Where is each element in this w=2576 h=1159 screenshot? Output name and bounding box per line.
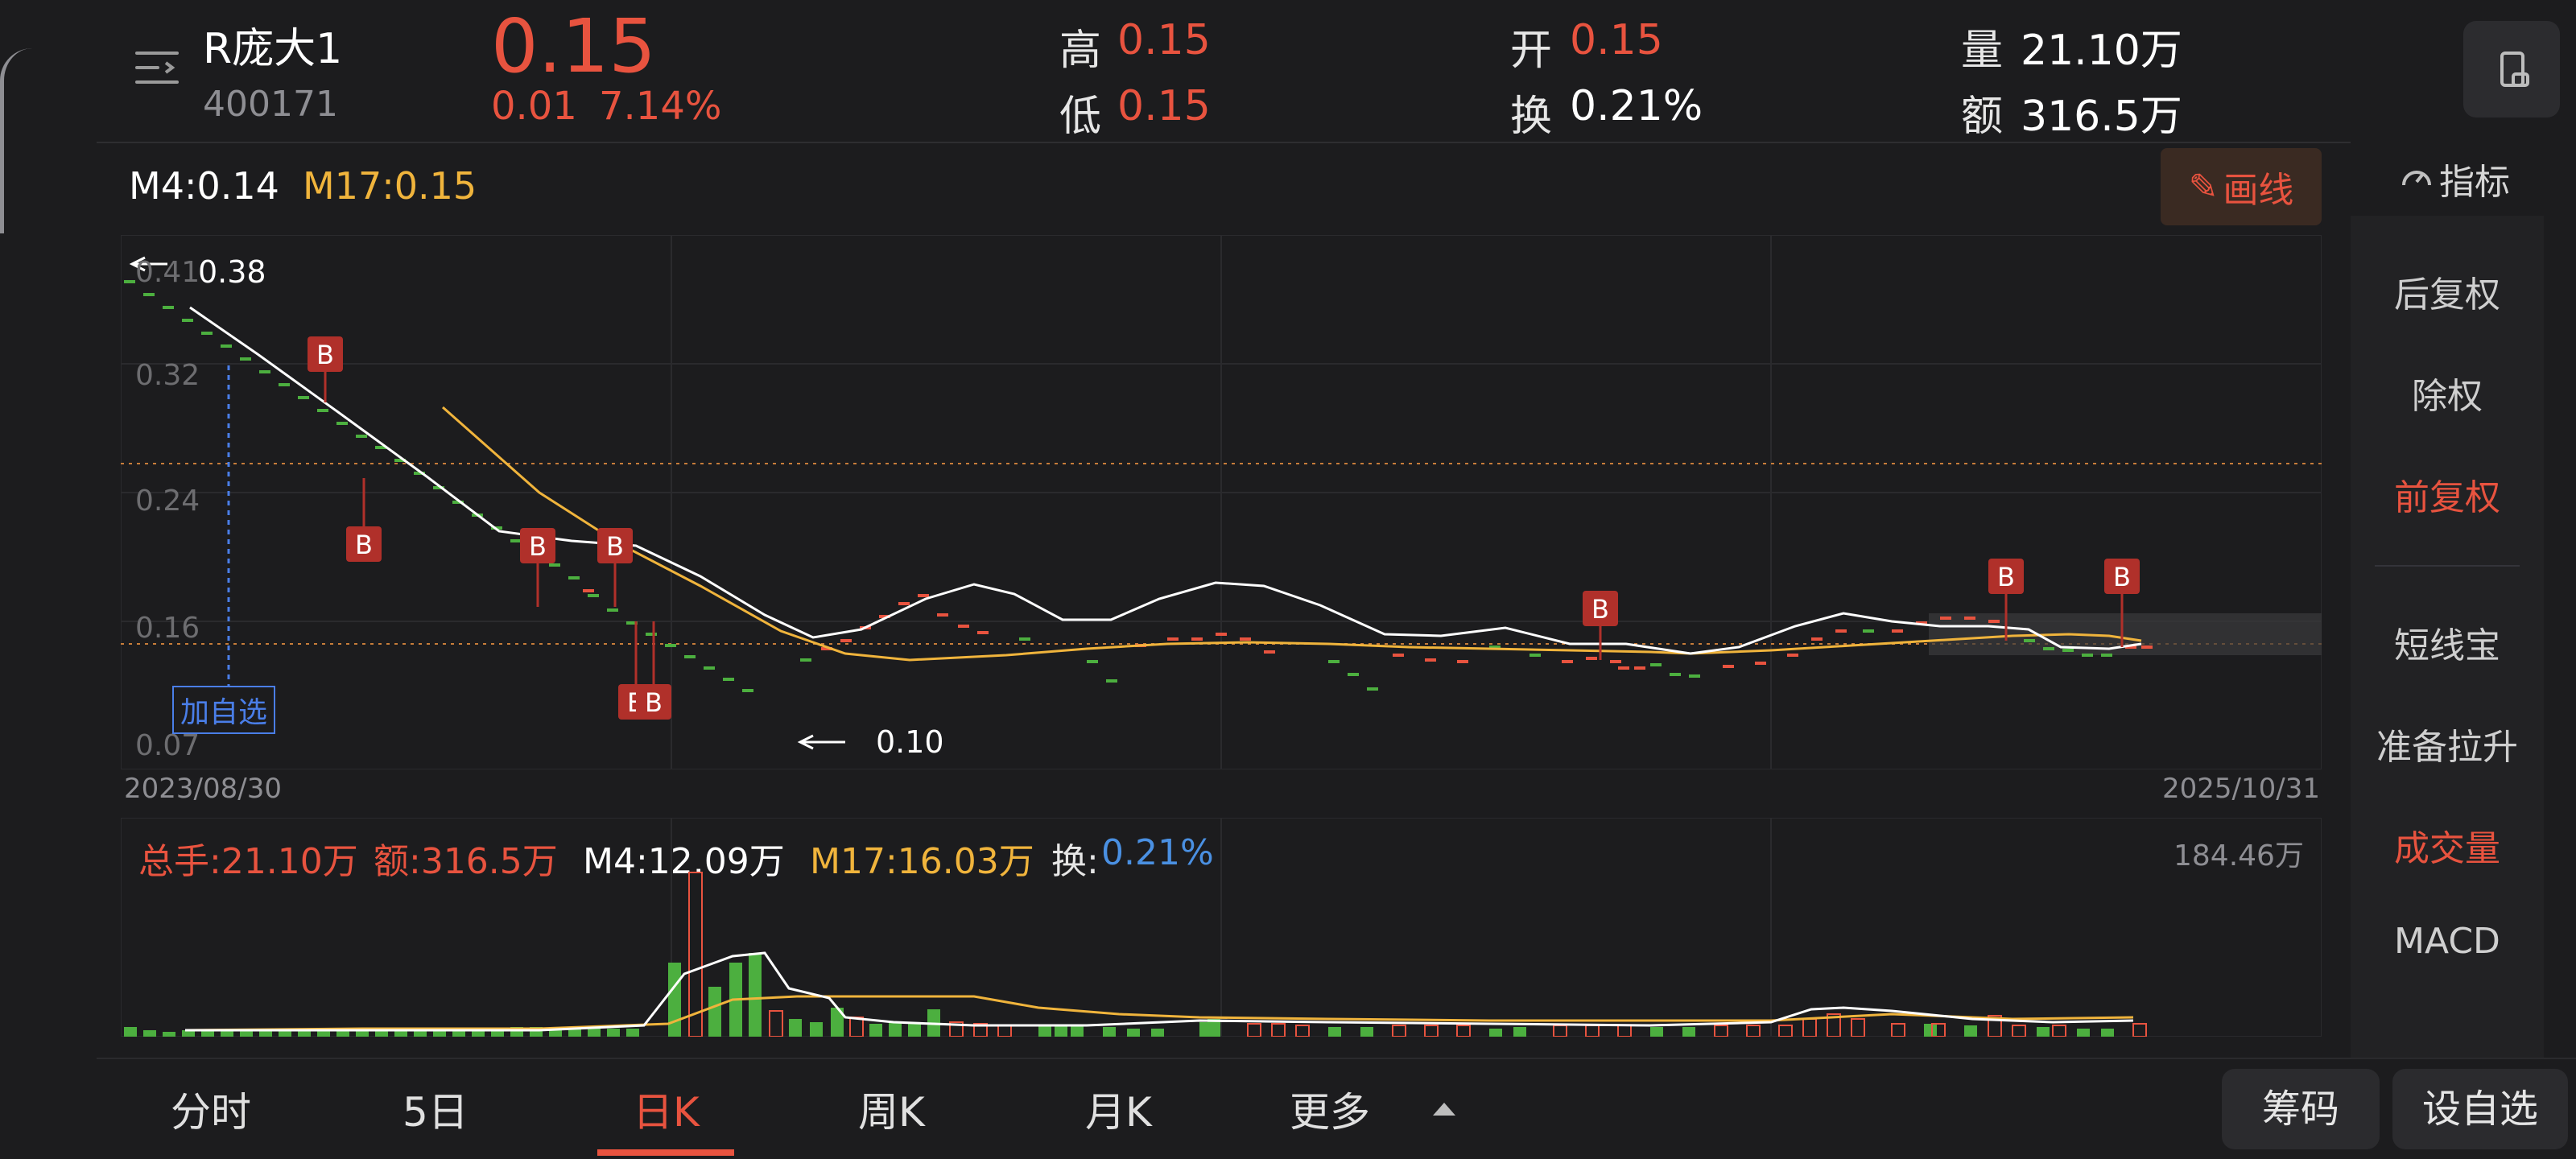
price-change-pct: 7.14%: [599, 84, 722, 129]
low-label: 低: [1059, 93, 1102, 141]
y-tick-3: 0.24: [135, 485, 200, 518]
m4-indicator: M4:0.14: [129, 164, 279, 208]
indicator-button[interactable]: 指标: [2399, 153, 2510, 204]
svg-text:B: B: [529, 531, 547, 562]
m17-indicator: M17:0.15: [303, 164, 477, 208]
y-tick-bottom: 0.07: [135, 729, 200, 762]
tab-intraday[interactable]: 分时: [171, 1080, 251, 1138]
more-caret-up-icon[interactable]: [1433, 1103, 1455, 1116]
bottom-divider: [97, 1058, 2576, 1059]
sidebar-item-short-term[interactable]: 短线宝: [2351, 617, 2544, 668]
tab-active-underline: [597, 1149, 734, 1156]
chips-button[interactable]: 筹码: [2222, 1069, 2380, 1149]
high-value: 0.15: [1117, 16, 1211, 64]
stock-name: R庞大1: [203, 25, 343, 73]
volume-label: 量: [1961, 27, 2004, 75]
sidebar-item-volume[interactable]: 成交量: [2351, 819, 2544, 871]
sidebar-item-post-adjust[interactable]: 后复权: [2351, 266, 2544, 317]
start-date: 2023/08/30: [124, 773, 282, 805]
draw-line-label: 画线: [2223, 170, 2294, 211]
volume-value: 21.10万: [2021, 27, 2182, 75]
high-price-marker: 0.38: [198, 254, 266, 290]
pencil-icon: ✎: [2188, 166, 2219, 208]
svg-text:B: B: [1591, 594, 1609, 625]
turnover-value: 0.21%: [1570, 82, 1703, 130]
sidebar-item-ready-rise[interactable]: 准备拉升: [2351, 718, 2544, 769]
indicator-label: 指标: [2439, 162, 2510, 203]
end-date: 2025/10/31: [2162, 773, 2320, 805]
low-price-marker: 0.10: [876, 724, 944, 760]
tab-daily-k[interactable]: 日K: [633, 1080, 700, 1138]
y-tick-2: 0.32: [135, 359, 200, 392]
svg-text:B: B: [606, 531, 624, 562]
svg-text:B: B: [645, 687, 663, 718]
volume-chart[interactable]: [121, 818, 2322, 1037]
tab-monthly-k[interactable]: 月K: [1085, 1080, 1152, 1138]
tab-weekly-k[interactable]: 周K: [858, 1080, 925, 1138]
price-change: 0.01: [491, 84, 577, 129]
add-watch-tag[interactable]: 加自选: [172, 686, 276, 734]
draw-line-button[interactable]: ✎ 画线: [2161, 148, 2322, 225]
open-value: 0.15: [1570, 16, 1663, 64]
gauge-icon: [2402, 171, 2431, 186]
amount-value: 316.5万: [2021, 93, 2182, 141]
kline-chart[interactable]: B B B B B B B B B: [121, 235, 2322, 769]
low-value: 0.15: [1117, 82, 1211, 130]
sidebar-item-pre-adjust[interactable]: 前复权: [2351, 468, 2544, 520]
add-watchlist-button[interactable]: 设自选: [2392, 1069, 2568, 1149]
sidebar-divider: [2375, 565, 2520, 567]
turnover-label: 换: [1510, 93, 1553, 141]
current-price: 0.15: [491, 3, 656, 89]
svg-text:B: B: [316, 340, 334, 370]
y-tick-top: 0.41: [135, 256, 200, 289]
open-label: 开: [1510, 27, 1553, 75]
high-label: 高: [1059, 27, 1102, 75]
sidebar-item-ex-rights[interactable]: 除权: [2351, 367, 2544, 419]
landscape-toggle-button[interactable]: [2463, 21, 2560, 118]
tab-more[interactable]: 更多: [1290, 1080, 1370, 1138]
svg-text:B: B: [1997, 562, 2015, 592]
rotate-phone-icon: [2500, 52, 2529, 87]
amount-label: 额: [1961, 93, 2004, 141]
sidebar-item-macd[interactable]: MACD: [2351, 921, 2544, 962]
edge-scroll-handle[interactable]: [0, 48, 36, 233]
svg-text:B: B: [2113, 562, 2131, 592]
stock-code: 400171: [203, 84, 338, 125]
svg-text:B: B: [355, 530, 373, 560]
y-tick-4: 0.16: [135, 612, 200, 645]
menu-icon[interactable]: [134, 48, 180, 93]
tab-5day[interactable]: 5日: [402, 1080, 469, 1138]
header-divider: [97, 142, 2351, 143]
